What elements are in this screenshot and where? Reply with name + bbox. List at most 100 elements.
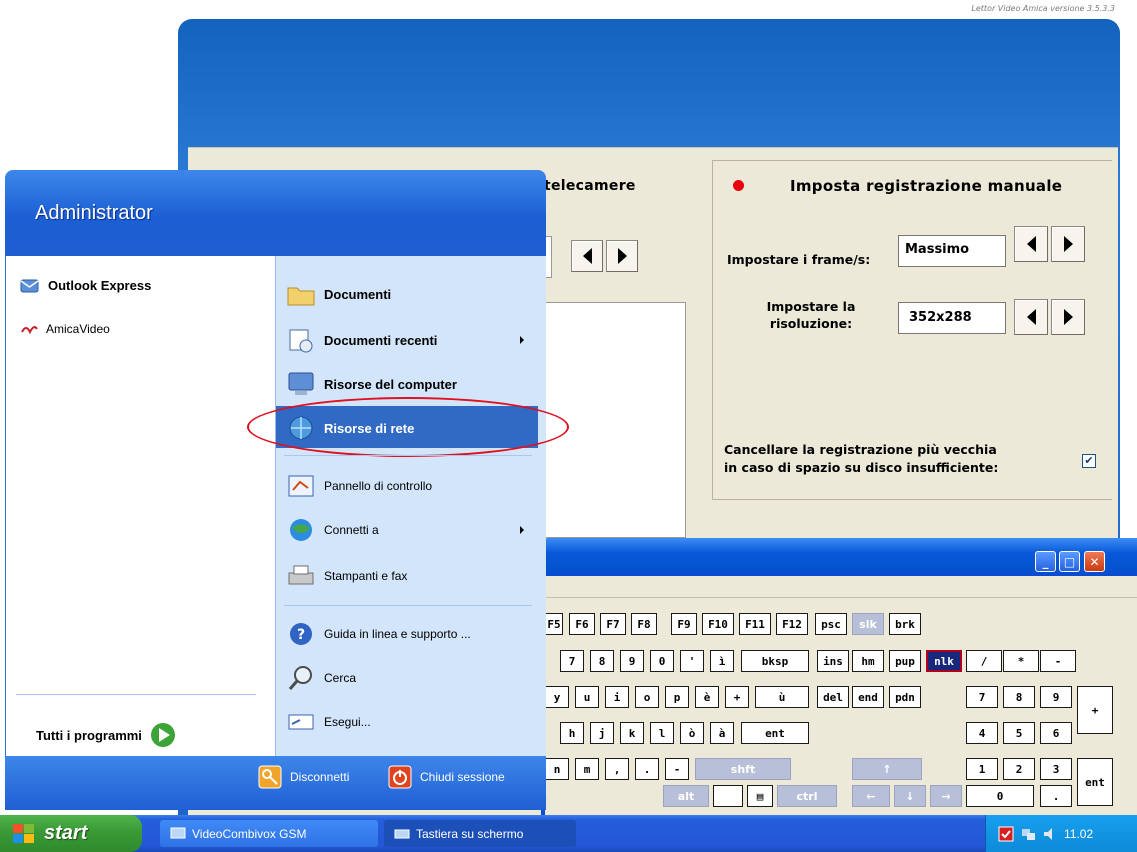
key-*[interactable]: *	[1003, 650, 1039, 672]
key-9[interactable]: 9	[1040, 686, 1072, 708]
key-windows[interactable]	[713, 785, 743, 807]
key-7[interactable]: 7	[560, 650, 584, 672]
key-shft[interactable]: shft	[695, 758, 791, 780]
key-ù[interactable]: ù	[755, 686, 809, 708]
places-item-cerca[interactable]: Cerca	[286, 664, 356, 692]
key-0[interactable]: 0	[650, 650, 674, 672]
camera-next-button[interactable]	[606, 240, 638, 272]
key-4[interactable]: 4	[966, 722, 998, 744]
key-bksp[interactable]: bksp	[741, 650, 809, 672]
key-l[interactable]: l	[650, 722, 674, 744]
key-p[interactable]: p	[665, 686, 689, 708]
key-F11[interactable]: F11	[739, 613, 771, 635]
key-'[interactable]: '	[680, 650, 704, 672]
minimize-button[interactable]: _	[1035, 551, 1056, 572]
resolution-next-button[interactable]	[1051, 299, 1085, 335]
key-ent[interactable]: ent	[1077, 758, 1113, 806]
key-à[interactable]: à	[710, 722, 734, 744]
key-ent[interactable]: ent	[741, 722, 809, 744]
places-item-risorse-computer[interactable]: Risorse del computer	[286, 370, 457, 398]
pinned-item-amicavideo[interactable]: AmicaVideo	[20, 322, 110, 336]
maximize-button[interactable]: □	[1059, 551, 1080, 572]
key-3[interactable]: 3	[1040, 758, 1072, 780]
key-ò[interactable]: ò	[680, 722, 704, 744]
key-alt[interactable]: alt	[663, 785, 709, 807]
key-F6[interactable]: F6	[569, 613, 595, 635]
logoff-button[interactable]: Disconnetti	[258, 765, 349, 789]
places-item-stampanti[interactable]: Stampanti e fax	[286, 562, 407, 590]
key-8[interactable]: 8	[590, 650, 614, 672]
key-F7[interactable]: F7	[600, 613, 626, 635]
key-←[interactable]: ←	[852, 785, 890, 807]
key-u[interactable]: u	[575, 686, 599, 708]
key-8[interactable]: 8	[1003, 686, 1035, 708]
key-F9[interactable]: F9	[671, 613, 697, 635]
places-item-esegui[interactable]: Esegui...	[286, 708, 371, 736]
key-F10[interactable]: F10	[702, 613, 734, 635]
key-0[interactable]: 0	[966, 785, 1034, 807]
key-2[interactable]: 2	[1003, 758, 1035, 780]
places-item-pannello-controllo[interactable]: Pannello di controllo	[286, 472, 432, 500]
key-pup[interactable]: pup	[889, 650, 921, 672]
key-j[interactable]: j	[590, 722, 614, 744]
clock[interactable]: 11.02	[1064, 827, 1093, 841]
key-9[interactable]: 9	[620, 650, 644, 672]
key-↓[interactable]: ↓	[894, 785, 926, 807]
fps-field[interactable]: Massimo	[898, 235, 1006, 267]
key-ins[interactable]: ins	[817, 650, 849, 672]
close-button[interactable]: ✕	[1084, 551, 1105, 572]
key-h[interactable]: h	[560, 722, 584, 744]
places-item-documenti-recenti[interactable]: Documenti recenti	[286, 326, 536, 354]
key-del[interactable]: del	[817, 686, 849, 708]
key-6[interactable]: 6	[1040, 722, 1072, 744]
key-psc[interactable]: psc	[815, 613, 847, 635]
key--[interactable]: -	[665, 758, 689, 780]
key-.[interactable]: .	[1040, 785, 1072, 807]
antivirus-icon[interactable]	[998, 826, 1014, 842]
key-o[interactable]: o	[635, 686, 659, 708]
key-è[interactable]: è	[695, 686, 719, 708]
places-item-connetti[interactable]: Connetti a	[286, 516, 536, 544]
key-n[interactable]: n	[545, 758, 569, 780]
places-item-guida[interactable]: ? Guida in linea e supporto ...	[286, 620, 471, 648]
task-tastiera[interactable]: Tastiera su schermo	[384, 820, 576, 847]
key-▤[interactable]: ▤	[747, 785, 773, 807]
resolution-field[interactable]: 352x288	[898, 302, 1006, 334]
key-F12[interactable]: F12	[776, 613, 808, 635]
key-/[interactable]: /	[966, 650, 1002, 672]
camera-prev-button[interactable]	[571, 240, 603, 272]
key-brk[interactable]: brk	[889, 613, 921, 635]
fps-prev-button[interactable]	[1014, 226, 1048, 262]
key--[interactable]: -	[1040, 650, 1076, 672]
pinned-item-outlook-express[interactable]: Outlook Express	[20, 276, 151, 294]
key-+[interactable]: +	[1077, 686, 1113, 734]
fps-next-button[interactable]	[1051, 226, 1085, 262]
key-hm[interactable]: hm	[852, 650, 884, 672]
key-7[interactable]: 7	[966, 686, 998, 708]
places-item-documenti[interactable]: Documenti	[286, 280, 391, 308]
key-1[interactable]: 1	[966, 758, 998, 780]
key-+[interactable]: +	[725, 686, 749, 708]
key-m[interactable]: m	[575, 758, 599, 780]
osk-titlebar[interactable]: _ □ ✕	[541, 538, 1137, 576]
volume-icon[interactable]	[1042, 826, 1058, 842]
key-→[interactable]: →	[930, 785, 962, 807]
key-.[interactable]: .	[635, 758, 659, 780]
resolution-prev-button[interactable]	[1014, 299, 1048, 335]
network-tray-icon[interactable]	[1020, 826, 1036, 842]
key-↑[interactable]: ↑	[852, 758, 922, 780]
delete-oldest-checkbox[interactable]: ✔	[1082, 454, 1096, 468]
key-F8[interactable]: F8	[631, 613, 657, 635]
key-ì[interactable]: ì	[710, 650, 734, 672]
key-pdn[interactable]: pdn	[889, 686, 921, 708]
key-F5[interactable]: F5	[545, 613, 563, 635]
shutdown-button[interactable]: Chiudi sessione	[388, 765, 505, 789]
key-k[interactable]: k	[620, 722, 644, 744]
key-,[interactable]: ,	[605, 758, 629, 780]
task-videocombivox[interactable]: VideoCombivox GSM	[160, 820, 378, 847]
key-slk[interactable]: slk	[852, 613, 884, 635]
key-i[interactable]: i	[605, 686, 629, 708]
start-button[interactable]: start	[0, 815, 142, 852]
key-y[interactable]: y	[545, 686, 569, 708]
key-5[interactable]: 5	[1003, 722, 1035, 744]
